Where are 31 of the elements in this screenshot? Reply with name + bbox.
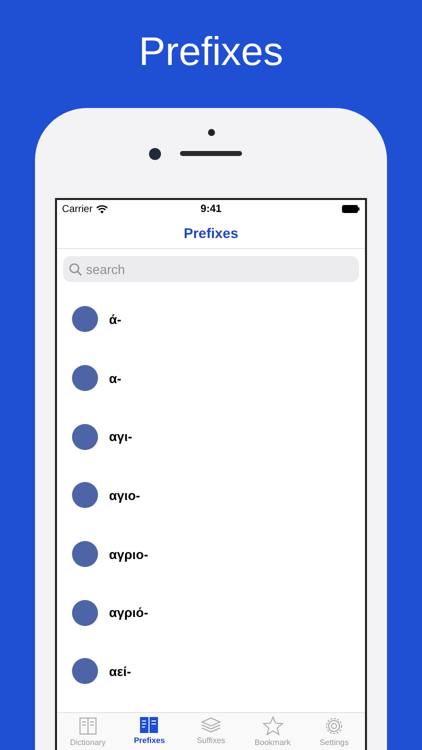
sensor-dot <box>208 129 215 136</box>
avatar-circle <box>72 658 98 684</box>
book-icon <box>78 716 98 736</box>
prefix-label[interactable]: αγιο- <box>109 488 140 503</box>
star-icon <box>262 716 284 736</box>
search-icon <box>69 262 82 276</box>
search-field[interactable]: search <box>63 256 359 282</box>
prefix-label[interactable]: αγριο- <box>109 546 148 562</box>
avatar-circle <box>72 424 98 450</box>
avatar-circle <box>72 541 98 568</box>
wifi-icon <box>96 204 108 214</box>
settings-icon <box>324 716 344 736</box>
nav-title: Prefixes <box>184 225 238 241</box>
speaker-slot <box>180 151 242 156</box>
status-time: 9:41 <box>200 203 222 215</box>
avatar-circle <box>72 482 98 508</box>
prefix-label[interactable]: ά- <box>109 312 122 327</box>
tab-item[interactable]: Prefixes <box>118 713 180 750</box>
layers-icon <box>200 716 222 734</box>
headline: Prefixes <box>138 30 284 74</box>
battery-icon <box>342 205 360 213</box>
prefix-label[interactable]: αεί- <box>109 664 132 679</box>
book-icon <box>139 716 160 734</box>
carrier-label: Carrier <box>62 204 93 214</box>
avatar-circle <box>72 600 98 626</box>
prefix-label[interactable]: αγριό- <box>109 605 148 620</box>
prefix-label[interactable]: αγι- <box>109 429 132 444</box>
avatar-circle <box>72 306 98 332</box>
prefix-label[interactable]: α- <box>109 370 122 386</box>
avatar-circle <box>72 365 98 392</box>
camera-lens <box>149 148 161 160</box>
